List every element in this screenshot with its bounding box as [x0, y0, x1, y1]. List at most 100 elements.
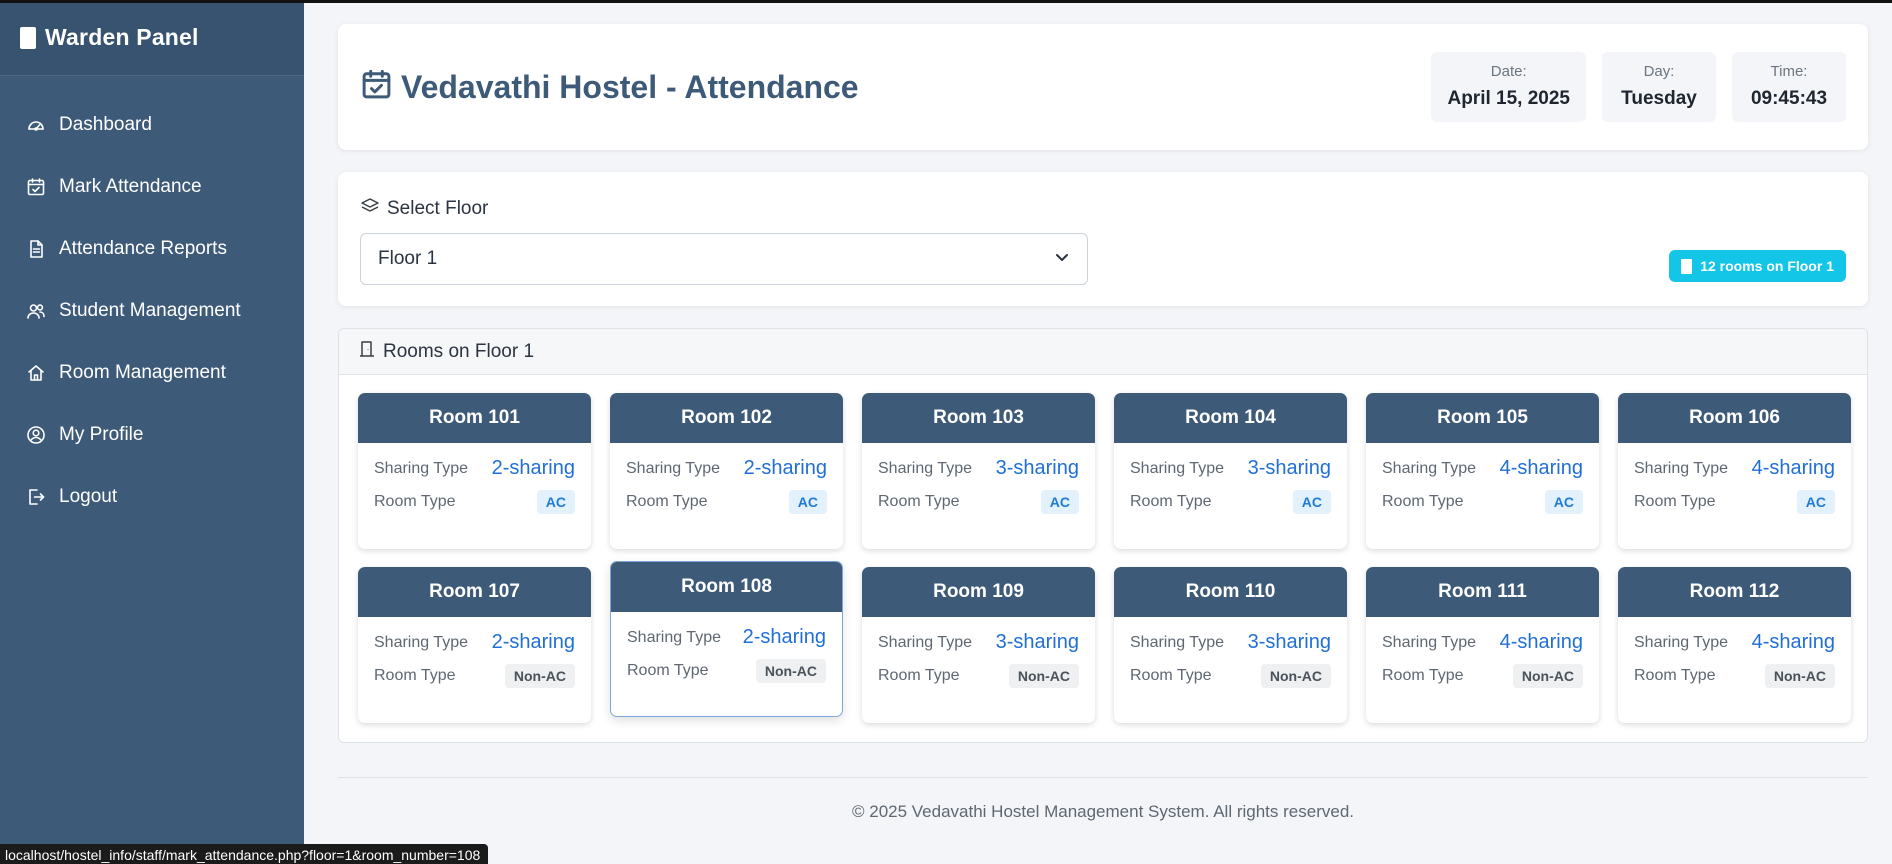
room-number: Room 107 [358, 567, 591, 617]
browser-status-url: localhost/hostel_info/staff/mark_attenda… [0, 844, 489, 864]
chevron-down-icon [1053, 248, 1071, 271]
rooms-panel: Rooms on Floor 1 Room 101 Sharing Type 2-… [338, 328, 1868, 743]
sharing-type-value: 3-sharing [1247, 631, 1331, 653]
room-type-badge: Non-AC [755, 659, 826, 683]
room-card[interactable]: Room 110 Sharing Type 3-sharing Room Type… [1114, 567, 1347, 723]
room-type-badge: AC [536, 490, 575, 514]
sharing-type-label: Sharing Type [1634, 633, 1728, 651]
room-number: Room 106 [1618, 393, 1851, 443]
calendar-check-icon [26, 177, 46, 197]
document-icon [26, 239, 46, 259]
floor-select-label: Select Floor [387, 197, 489, 219]
room-type-label: Room Type [1382, 493, 1464, 510]
sharing-type-label: Sharing Type [1634, 459, 1728, 477]
sidebar-nav: Dashboard Mark Attendance Attendance Rep… [0, 94, 304, 528]
date-value: April 15, 2025 [1447, 88, 1570, 109]
room-type-badge: AC [788, 490, 827, 514]
sidebar-item-label: Room Management [59, 362, 226, 383]
calendar-check-icon [360, 68, 393, 106]
users-icon [26, 301, 46, 321]
sharing-type-value: 2-sharing [743, 457, 827, 479]
room-number: Room 102 [610, 393, 843, 443]
brand: Warden Panel [0, 0, 304, 76]
room-card[interactable]: Room 105 Sharing Type 4-sharing Room Type… [1366, 393, 1599, 549]
sharing-type-label: Sharing Type [1130, 459, 1224, 477]
room-type-label: Room Type [1382, 667, 1464, 684]
room-card[interactable]: Room 104 Sharing Type 3-sharing Room Type… [1114, 393, 1347, 549]
day-label: Day: [1643, 63, 1675, 80]
room-number: Room 110 [1114, 567, 1347, 617]
room-type-label: Room Type [374, 493, 456, 510]
room-number: Room 112 [1618, 567, 1851, 617]
room-card[interactable]: Room 101 Sharing Type 2-sharing Room Type… [358, 393, 591, 549]
sharing-type-label: Sharing Type [374, 633, 468, 651]
sidebar-item-my-profile[interactable]: My Profile [0, 404, 304, 466]
room-type-badge: AC [1544, 490, 1583, 514]
sidebar-item-label: Mark Attendance [59, 176, 202, 197]
room-type-badge: AC [1292, 490, 1331, 514]
building-icon [1681, 258, 1693, 274]
sidebar-item-dashboard[interactable]: Dashboard [0, 94, 304, 156]
room-card[interactable]: Room 111 Sharing Type 4-sharing Room Type… [1366, 567, 1599, 723]
room-number: Room 109 [862, 567, 1095, 617]
floor-label-row: Select Floor [360, 196, 1846, 221]
room-card[interactable]: Room 102 Sharing Type 2-sharing Room Type… [610, 393, 843, 549]
footer-copyright: © 2025 Vedavathi Hostel Management Syste… [851, 802, 1354, 821]
sidebar-item-student-management[interactable]: Student Management [0, 280, 304, 342]
sidebar-item-room-management[interactable]: Room Management [0, 342, 304, 404]
room-type-label: Room Type [878, 667, 960, 684]
sidebar-item-attendance-reports[interactable]: Attendance Reports [0, 218, 304, 280]
sharing-type-label: Sharing Type [878, 633, 972, 651]
room-type-label: Room Type [1130, 493, 1212, 510]
floor-select-value: Floor 1 [378, 248, 438, 269]
room-type-label: Room Type [374, 667, 456, 684]
sharing-type-value: 3-sharing [1247, 457, 1331, 479]
room-type-label: Room Type [878, 493, 960, 510]
room-card[interactable]: Room 103 Sharing Type 3-sharing Room Type… [862, 393, 1095, 549]
time-value: 09:45:43 [1750, 88, 1828, 109]
sidebar-item-label: My Profile [59, 424, 144, 445]
sharing-type-value: 3-sharing [995, 631, 1079, 653]
sidebar-item-label: Dashboard [59, 114, 152, 135]
sidebar-item-mark-attendance[interactable]: Mark Attendance [0, 156, 304, 218]
room-card[interactable]: Room 109 Sharing Type 3-sharing Room Type… [862, 567, 1095, 723]
sharing-type-value: 4-sharing [1499, 457, 1583, 479]
sidebar: Warden Panel Dashboard Mark Attendance A… [0, 0, 304, 864]
user-circle-icon [26, 425, 46, 445]
room-card[interactable]: Room 112 Sharing Type 4-sharing Room Type… [1618, 567, 1851, 723]
room-card-hovered[interactable]: Room 108 Sharing Type 2-sharing Room Type… [610, 561, 843, 717]
room-type-badge: AC [1040, 490, 1079, 514]
sidebar-item-logout[interactable]: Logout [0, 466, 304, 528]
sidebar-item-label: Student Management [59, 300, 241, 321]
day-value: Tuesday [1621, 88, 1697, 109]
rooms-panel-title: Rooms on Floor 1 [383, 340, 535, 362]
day-box: Day: Tuesday [1602, 52, 1716, 122]
page-title: Vedavathi Hostel - Attendance [401, 68, 859, 105]
room-type-label: Room Type [626, 493, 708, 510]
sidebar-item-label: Attendance Reports [59, 238, 227, 259]
sharing-type-value: 2-sharing [742, 626, 826, 648]
rooms-panel-header: Rooms on Floor 1 [339, 329, 1867, 375]
sharing-type-label: Sharing Type [626, 459, 720, 477]
room-type-badge: Non-AC [1260, 664, 1331, 688]
sharing-type-label: Sharing Type [878, 459, 972, 477]
room-type-label: Room Type [1634, 667, 1716, 684]
sharing-type-label: Sharing Type [627, 628, 721, 646]
floor-select[interactable]: Floor 1 [360, 233, 1088, 285]
room-card[interactable]: Room 107 Sharing Type 2-sharing Room Type… [358, 567, 591, 723]
time-label: Time: [1770, 63, 1808, 80]
sharing-type-value: 4-sharing [1751, 457, 1835, 479]
page-header: Vedavathi Hostel - Attendance Date: Apri… [338, 24, 1868, 150]
sharing-type-label: Sharing Type [1382, 459, 1476, 477]
sharing-type-value: 4-sharing [1499, 631, 1583, 653]
date-box: Date: April 15, 2025 [1431, 52, 1586, 122]
window-top-border [0, 0, 1892, 3]
room-type-badge: Non-AC [1512, 664, 1583, 688]
room-number: Room 105 [1366, 393, 1599, 443]
date-label: Date: [1490, 63, 1527, 80]
room-count-badge: 12 rooms on Floor 1 [1669, 250, 1846, 282]
sharing-type-value: 4-sharing [1751, 631, 1835, 653]
room-type-label: Room Type [627, 662, 709, 679]
sharing-type-value: 2-sharing [491, 457, 575, 479]
room-card[interactable]: Room 106 Sharing Type 4-sharing Room Type… [1618, 393, 1851, 549]
